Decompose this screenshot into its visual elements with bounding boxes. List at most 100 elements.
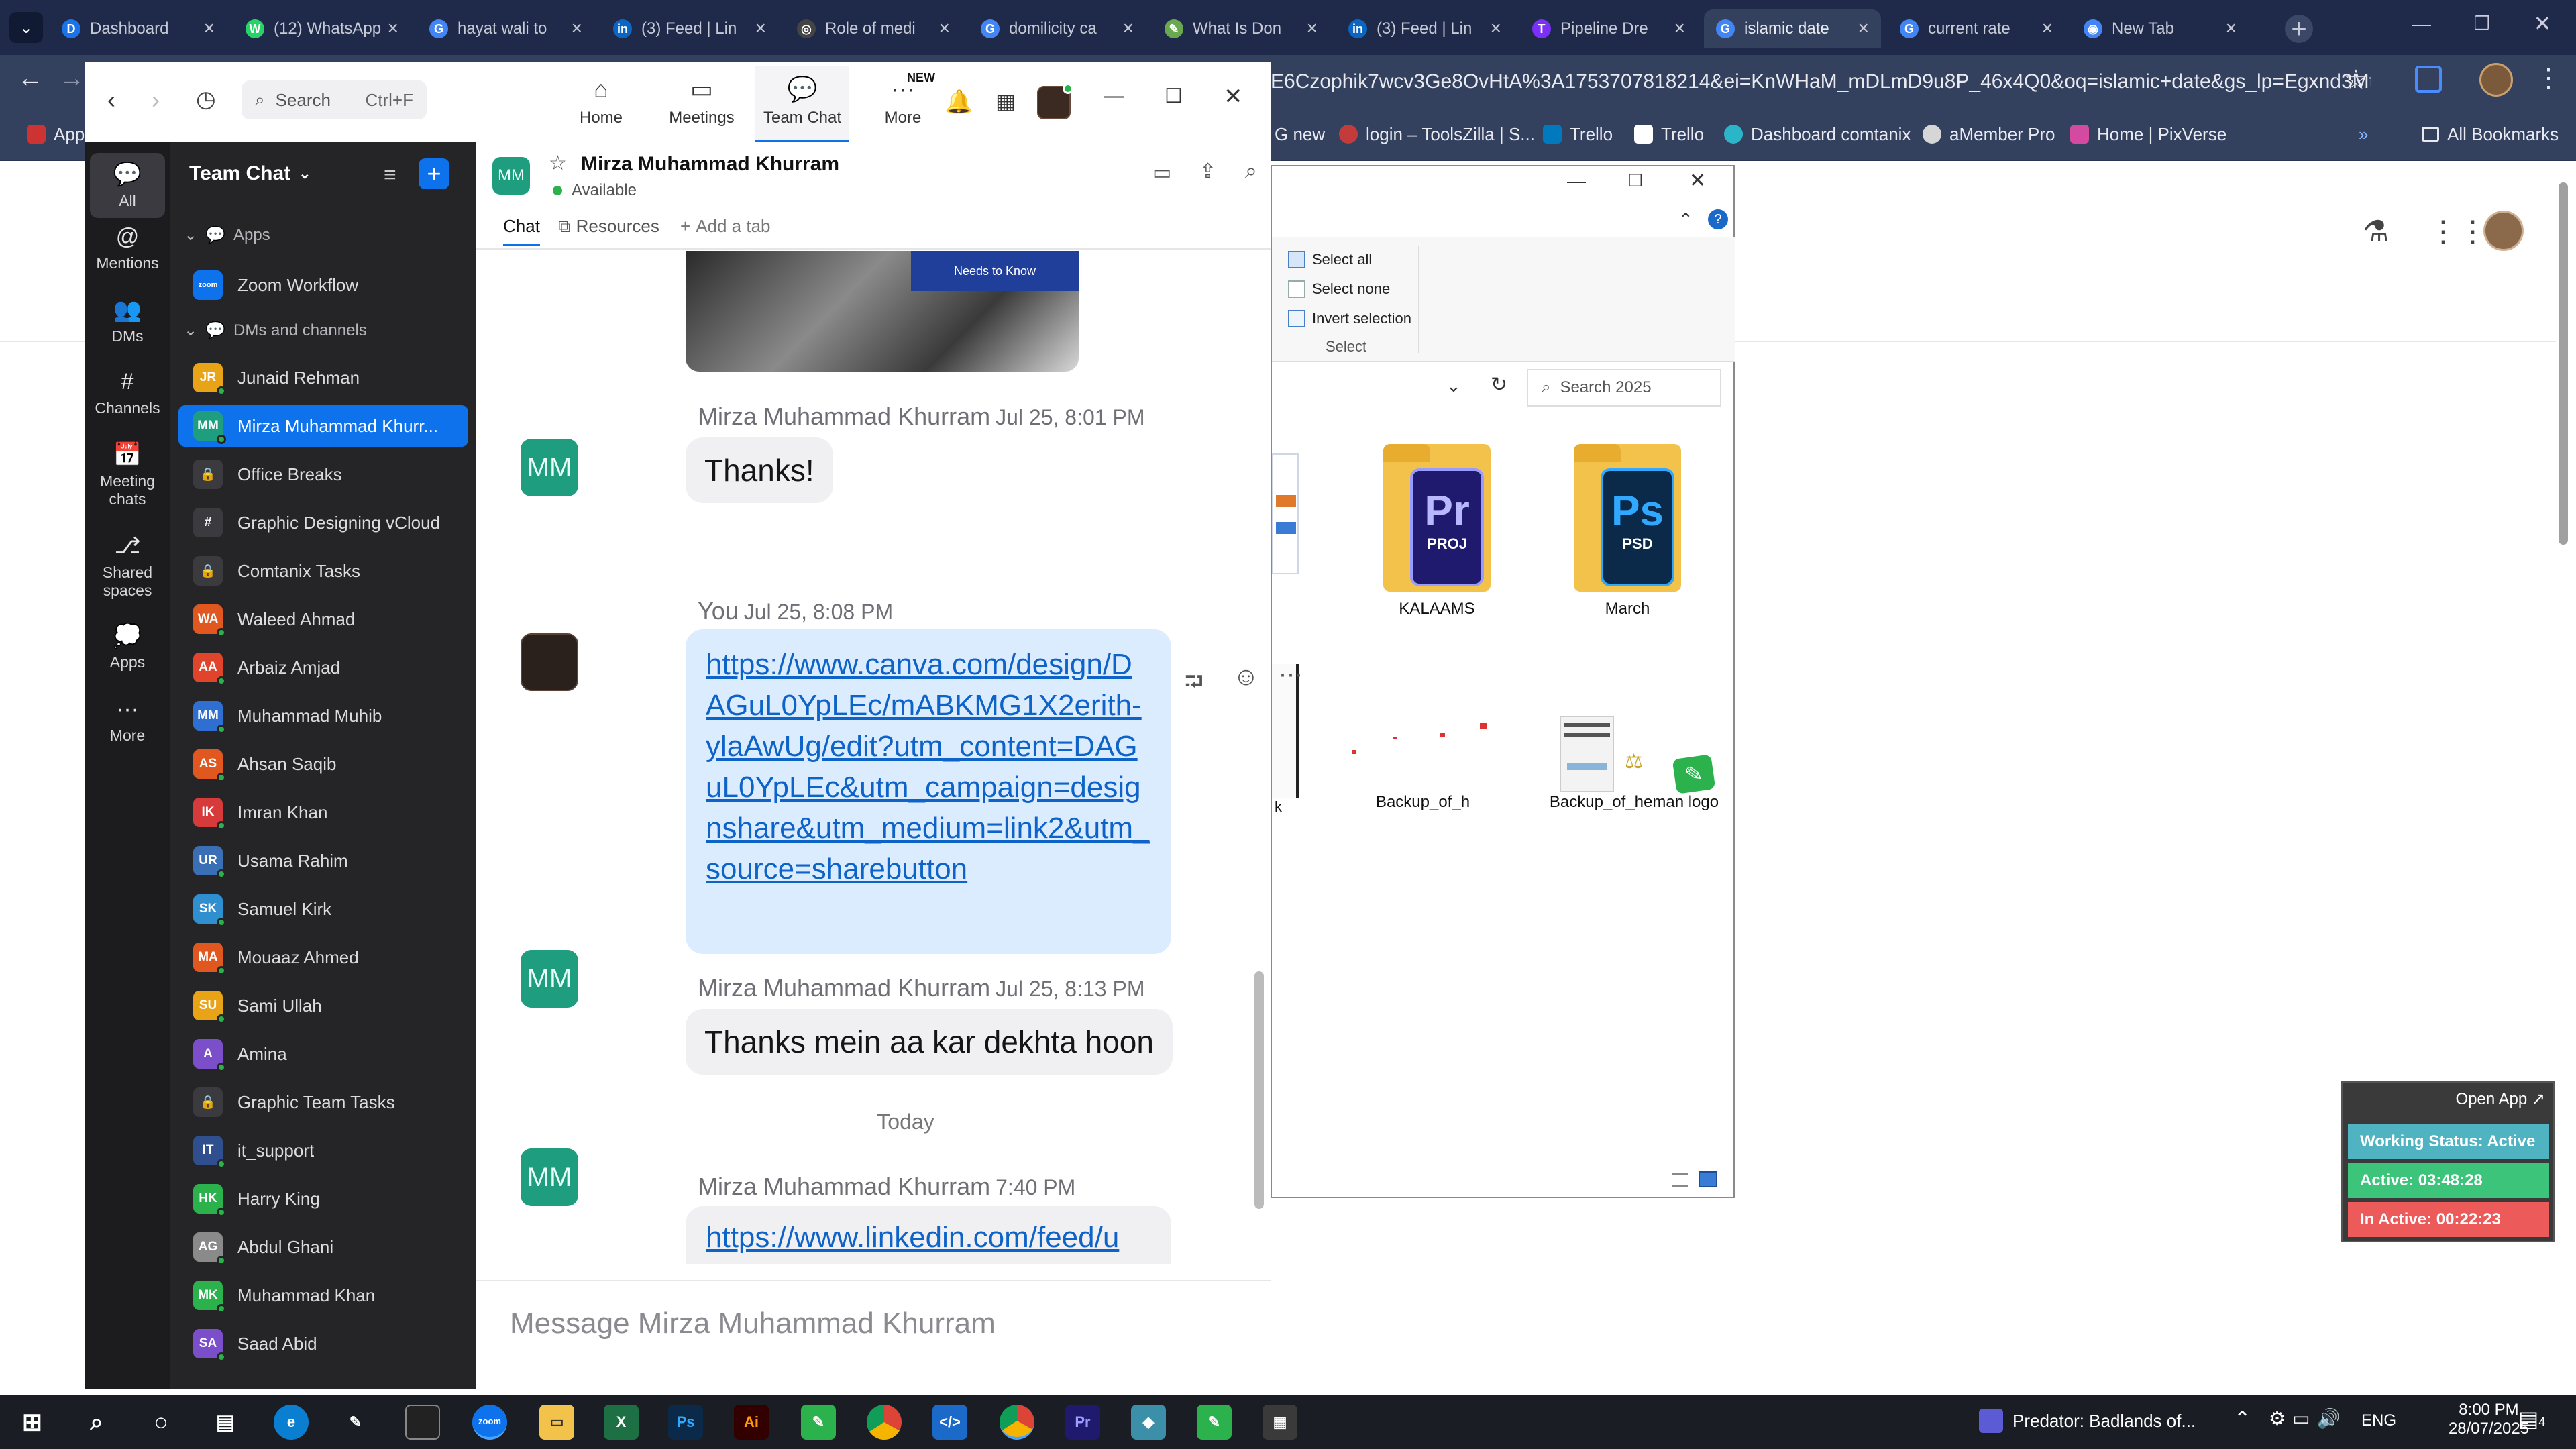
tab-add[interactable]: + Add a tab [680, 216, 771, 237]
new-chat-button[interactable]: + [419, 158, 449, 189]
details-view-icon[interactable] [1672, 1173, 1688, 1187]
tab-close-icon[interactable]: × [2042, 17, 2053, 39]
search-icon[interactable]: ⌕ [79, 1405, 114, 1440]
account-avatar[interactable] [2483, 211, 2524, 251]
message-composer[interactable]: Message Mirza Muhammad Khurram [490, 1288, 1254, 1375]
select-none-button[interactable]: Select none [1288, 280, 1390, 298]
bookmark-trello-2[interactable]: Trello [1634, 121, 1704, 148]
browser-tab[interactable]: Gcurrent rate × [1888, 9, 2065, 48]
address-bar[interactable]: E6Czophik7wcv3Ge8OvHtA%3A1753707818214&e… [1271, 62, 2371, 102]
tab-close-icon[interactable]: × [204, 17, 215, 39]
back-icon[interactable]: ← [17, 64, 43, 93]
all-bookmarks[interactable]: All Bookmarks [2422, 121, 2559, 148]
file-item-backup-heman-logo[interactable]: ⚖ ✎ Backup_of_heman logo [1540, 716, 1728, 817]
reply-icon[interactable]: ⮒ [1185, 664, 1203, 705]
rail-shared-spaces[interactable]: ⎇ Shared spaces [90, 533, 165, 600]
task-view-icon[interactable]: ▤ [208, 1405, 243, 1440]
explorer-close-button[interactable]: ✕ [1689, 169, 1706, 193]
invert-selection-button[interactable]: Invert selection [1288, 310, 1411, 327]
chat-header-name[interactable]: Mirza Muhammad Khurram [581, 153, 839, 176]
select-all-button[interactable]: Select all [1288, 251, 1372, 268]
close-browser-button[interactable]: ✕ [2522, 11, 2563, 38]
sidebar-item-contact[interactable]: UR Usama Rahim [178, 840, 468, 881]
rail-channels[interactable]: # Channels [90, 369, 165, 417]
rail-dms[interactable]: 👥 DMs [90, 297, 165, 345]
tab-close-icon[interactable]: × [1491, 17, 1501, 39]
zoom-maximize-button[interactable]: ☐ [1165, 85, 1183, 108]
tab-chat[interactable]: Chat [503, 216, 540, 246]
file-item-march[interactable]: Ps PSD March [1567, 444, 1688, 619]
bookmark-star-icon[interactable]: ☆ [2344, 64, 2368, 95]
sidebar-item-contact[interactable]: SK Samuel Kirk [178, 888, 468, 930]
browser-tab[interactable]: T Pipeline Dre × [1520, 9, 1697, 48]
sidebar-item-contact[interactable]: SU Sami Ullah [178, 985, 468, 1026]
notifications-bell-icon[interactable]: 🔔 [945, 89, 973, 115]
bookmark-toolszilla[interactable]: login – ToolsZilla | S... [1339, 121, 1535, 148]
browser-tab[interactable]: Gdomilicity ca × [969, 9, 1146, 48]
chrome-profile-icon[interactable] [1000, 1405, 1034, 1440]
illustrator-icon[interactable]: Ai [734, 1405, 769, 1440]
media-widget[interactable]: Predator: Badlands of... [1979, 1409, 2196, 1433]
message-bubble-link[interactable]: https://www.canva.com/design/DAGuL0YpLEc… [686, 629, 1171, 954]
notification-center-icon[interactable]: ▤4 [2518, 1406, 2545, 1432]
chrome-icon[interactable] [867, 1405, 902, 1440]
section-apps[interactable]: ⌄ 💬 Apps [184, 225, 270, 245]
browser-tab[interactable]: ◉ New Tab × [2072, 9, 2249, 48]
app-diamond-icon[interactable]: ◆ [1131, 1405, 1166, 1440]
start-button[interactable]: ⊞ [15, 1405, 50, 1440]
browser-tab[interactable]: in (3) Feed | Lin × [601, 9, 778, 48]
tray-icons[interactable]: ⚙▭🔊 [2269, 1407, 2347, 1430]
bookmark-trello-1[interactable]: Trello [1543, 121, 1613, 148]
sidebar-item-contact[interactable]: HK Harry King [178, 1178, 468, 1220]
file-item-partial[interactable] [1272, 453, 1299, 574]
language-indicator[interactable]: ENG [2361, 1411, 2396, 1430]
history-icon[interactable]: ◷ [196, 86, 216, 113]
browser-menu-icon[interactable]: ⋮ [2536, 63, 2561, 93]
tab-close-icon[interactable]: × [388, 17, 398, 39]
nav-more[interactable]: ⋯ More NEW [856, 66, 950, 142]
profile-avatar[interactable] [2479, 63, 2513, 97]
path-dropdown-icon[interactable]: ⌄ [1446, 376, 1461, 396]
sidebar-item-contact[interactable]: AG Abdul Ghani [178, 1226, 468, 1268]
chat-scrollbar-thumb[interactable] [1254, 971, 1264, 1209]
sidebar-item-contact[interactable]: A Amina [178, 1033, 468, 1075]
tab-resources[interactable]: ⧉ Resources [558, 216, 659, 237]
rail-mentions[interactable]: @ Mentions [90, 224, 165, 272]
browser-tab[interactable]: ◎ Role of medi × [785, 9, 962, 48]
app-green-icon[interactable]: ✎ [801, 1405, 836, 1440]
rail-more[interactable]: ··· More [90, 696, 165, 745]
browser-tab[interactable]: W (12) WhatsApp × [233, 9, 411, 48]
browser-tab[interactable]: Ghayat wali to × [417, 9, 594, 48]
sidebar-item-contact[interactable]: # Graphic Designing vCloud [178, 502, 468, 543]
zoom-minimize-button[interactable]: — [1104, 85, 1124, 107]
explorer-minimize-button[interactable]: — [1567, 170, 1586, 192]
video-call-icon[interactable]: ▭ [1152, 161, 1171, 184]
zoom-search-input[interactable]: ⌕ Search Ctrl+F [241, 80, 427, 119]
bookmark-apps[interactable]: App [27, 121, 85, 148]
sidebar-item-contact[interactable]: AA Arbaiz Amjad [178, 647, 468, 688]
page-scrollbar[interactable] [2559, 182, 2568, 545]
shared-image[interactable]: Needs to Know [686, 251, 1079, 372]
zoom-taskbar-icon[interactable]: zoom [472, 1405, 507, 1440]
labs-icon[interactable]: ⚗ [2363, 215, 2389, 249]
sidebar-item-zoom-workflow[interactable]: zoom Zoom Workflow [178, 264, 468, 306]
message-bubble-link[interactable]: https://www.linkedin.com/feed/u [686, 1206, 1171, 1264]
sidebar-item-contact[interactable]: MK Muhammad Khan [178, 1275, 468, 1316]
rail-apps[interactable]: 💭 Apps [90, 623, 165, 672]
terminal-icon[interactable] [405, 1405, 440, 1440]
file-item-kalaams[interactable]: Pr PROJ KALAAMS [1377, 444, 1497, 619]
bookmarks-overflow[interactable]: » [2359, 121, 2368, 148]
tab-search-button[interactable]: ⌄ [9, 12, 43, 43]
sidebar-title[interactable]: Team Chat ⌄ [189, 162, 311, 185]
explorer-maximize-button[interactable]: ☐ [1627, 170, 1643, 191]
message-avatar[interactable]: MM [521, 439, 578, 496]
nav-home[interactable]: ⌂ Home [554, 66, 648, 142]
tab-close-icon[interactable]: × [939, 17, 950, 39]
back-icon[interactable]: ‹ [107, 86, 115, 114]
my-avatar[interactable] [521, 633, 578, 691]
filter-icon[interactable]: ≡ [384, 162, 396, 187]
sidebar-item-contact[interactable]: MM Muhammad Muhib [178, 695, 468, 737]
app-green-2-icon[interactable]: ✎ [1197, 1405, 1232, 1440]
explorer-search-input[interactable]: ⌕ Search 2025 [1527, 369, 1721, 407]
tab-close-icon[interactable]: × [1858, 17, 1869, 39]
